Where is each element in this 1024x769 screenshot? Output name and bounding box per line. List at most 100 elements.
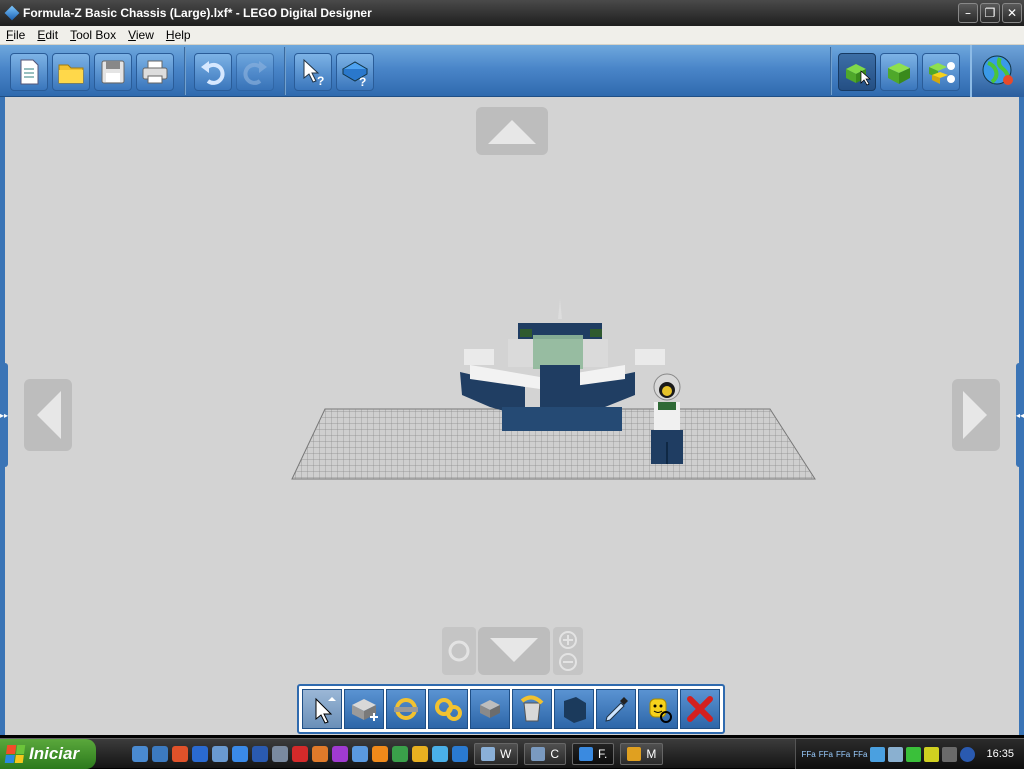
view-mode-button[interactable]	[880, 53, 918, 91]
camera-right-button[interactable]	[952, 379, 1000, 451]
tray-ffa-icon[interactable]: FFa	[836, 750, 850, 759]
arrow-right-icon	[963, 391, 987, 439]
flex-tool[interactable]	[470, 689, 510, 729]
tray-app-icon[interactable]	[906, 746, 922, 762]
build-mode-button[interactable]	[838, 53, 876, 91]
clone-tool[interactable]	[344, 689, 384, 729]
hinge-align-icon	[435, 698, 462, 721]
reset-view-button[interactable]	[442, 627, 476, 675]
close-button[interactable]: ✕	[1002, 3, 1022, 23]
quicklaunch-icon[interactable]	[272, 745, 288, 762]
toolbar-separator	[184, 47, 186, 95]
arrow-left-icon	[37, 391, 61, 439]
menu-view[interactable]: View	[122, 28, 160, 42]
main-toolbar: ? ?	[0, 45, 1024, 97]
quicklaunch-icon[interactable]	[352, 745, 368, 762]
paint-bucket-icon	[520, 695, 544, 722]
lego-app-icon	[4, 5, 20, 21]
menu-toolbox[interactable]: Tool Box	[64, 28, 122, 42]
quicklaunch-icon[interactable]	[412, 745, 428, 762]
tray-app-icon[interactable]	[924, 746, 940, 762]
lego-model-scene[interactable]	[290, 297, 820, 487]
menu-edit[interactable]: Edit	[31, 28, 64, 42]
clock[interactable]: 16:35	[986, 748, 1014, 760]
toolbar-separator	[830, 47, 832, 95]
paint-tool[interactable]	[512, 689, 552, 729]
select-tool[interactable]	[302, 689, 342, 729]
quicklaunch-icon[interactable]	[192, 745, 208, 762]
camera-left-button[interactable]	[24, 379, 72, 451]
quicklaunch-icon[interactable]	[152, 745, 168, 762]
quicklaunch-icon[interactable]	[292, 745, 308, 762]
zoom-in-icon[interactable]	[558, 630, 578, 650]
globe-icon	[982, 55, 1013, 85]
zoom-out-icon[interactable]	[558, 652, 578, 672]
camera-up-button[interactable]	[476, 107, 548, 155]
tray-app-icon[interactable]	[960, 746, 976, 762]
open-button[interactable]	[52, 53, 90, 91]
quicklaunch-icon[interactable]	[172, 745, 188, 762]
network-icon[interactable]	[870, 746, 886, 762]
delete-tool[interactable]	[680, 689, 720, 729]
quicklaunch-icon[interactable]	[332, 745, 348, 762]
book-help-icon: ?	[342, 61, 368, 87]
quicklaunch-icon[interactable]	[372, 745, 388, 762]
menu-help[interactable]: Help	[160, 28, 197, 42]
pointer-help-button[interactable]: ?	[294, 53, 332, 91]
color-picker-tool[interactable]	[596, 689, 636, 729]
camera-down-button[interactable]	[478, 627, 550, 675]
hinge-align-tool[interactable]	[428, 689, 468, 729]
start-button[interactable]: Iniciar	[0, 738, 96, 769]
hinge-tool[interactable]	[386, 689, 426, 729]
task-label: M	[646, 746, 657, 761]
taskbar-item-lego[interactable]: F.	[572, 742, 615, 765]
online-button[interactable]	[970, 45, 1024, 97]
restore-button[interactable]: ❐	[980, 3, 1000, 23]
redo-icon	[243, 61, 267, 85]
hide-tool[interactable]	[638, 689, 678, 729]
quicklaunch-icon[interactable]	[132, 745, 148, 762]
menu-file[interactable]: File	[0, 28, 31, 42]
taskbar-item[interactable]: C	[524, 742, 566, 765]
task-label: C	[550, 746, 559, 761]
system-tray: FFa FFa FFa FFa 16:35	[794, 739, 1024, 769]
quicklaunch-icon[interactable]	[312, 745, 328, 762]
quicklaunch-icon[interactable]	[232, 745, 248, 762]
book-help-button[interactable]: ?	[336, 53, 374, 91]
right-panel-tab[interactable]: ◂◂	[1016, 363, 1024, 467]
redo-button[interactable]	[236, 53, 274, 91]
left-panel-tab[interactable]: ▸▸	[0, 363, 8, 467]
toolbar-separator	[284, 47, 286, 95]
tray-ffa-icon[interactable]: FFa	[853, 750, 867, 759]
flex-brick-icon	[480, 700, 500, 718]
volume-icon[interactable]	[888, 746, 904, 762]
build-canvas[interactable]: ▸▸ ◂◂	[0, 97, 1024, 735]
tray-ffa-icon[interactable]: FFa	[819, 750, 833, 759]
red-x-icon	[687, 696, 713, 722]
undo-button[interactable]	[194, 53, 232, 91]
view-mode-icon	[888, 63, 910, 84]
quicklaunch-icon[interactable]	[212, 745, 228, 762]
lego-app-icon	[579, 746, 593, 761]
window-title: Formula-Z Basic Chassis (Large).lxf* - L…	[23, 6, 372, 20]
tray-app-icon[interactable]	[942, 746, 958, 762]
tray-ffa-icon[interactable]: FFa	[802, 750, 816, 759]
svg-text:?: ?	[359, 75, 366, 87]
quicklaunch-icon[interactable]	[392, 745, 408, 762]
taskbar-item[interactable]: W	[474, 742, 519, 765]
taskbar-item[interactable]: M	[620, 742, 664, 765]
clone-brick-icon	[352, 699, 378, 721]
quicklaunch-icon[interactable]	[452, 745, 468, 762]
minimize-button[interactable]: –	[958, 3, 978, 23]
new-file-button[interactable]	[10, 53, 48, 91]
color-swatch-icon	[564, 697, 586, 723]
quicklaunch-icon[interactable]	[432, 745, 448, 762]
quicklaunch-icon[interactable]	[252, 745, 268, 762]
menu-bar: File Edit Tool Box View Help	[0, 26, 1024, 45]
title-bar: Formula-Z Basic Chassis (Large).lxf* - L…	[0, 0, 1024, 26]
save-button[interactable]	[94, 53, 132, 91]
task-label: W	[500, 746, 512, 761]
color-swatch[interactable]	[554, 689, 594, 729]
print-button[interactable]	[136, 53, 174, 91]
building-guide-mode-button[interactable]	[922, 53, 960, 91]
